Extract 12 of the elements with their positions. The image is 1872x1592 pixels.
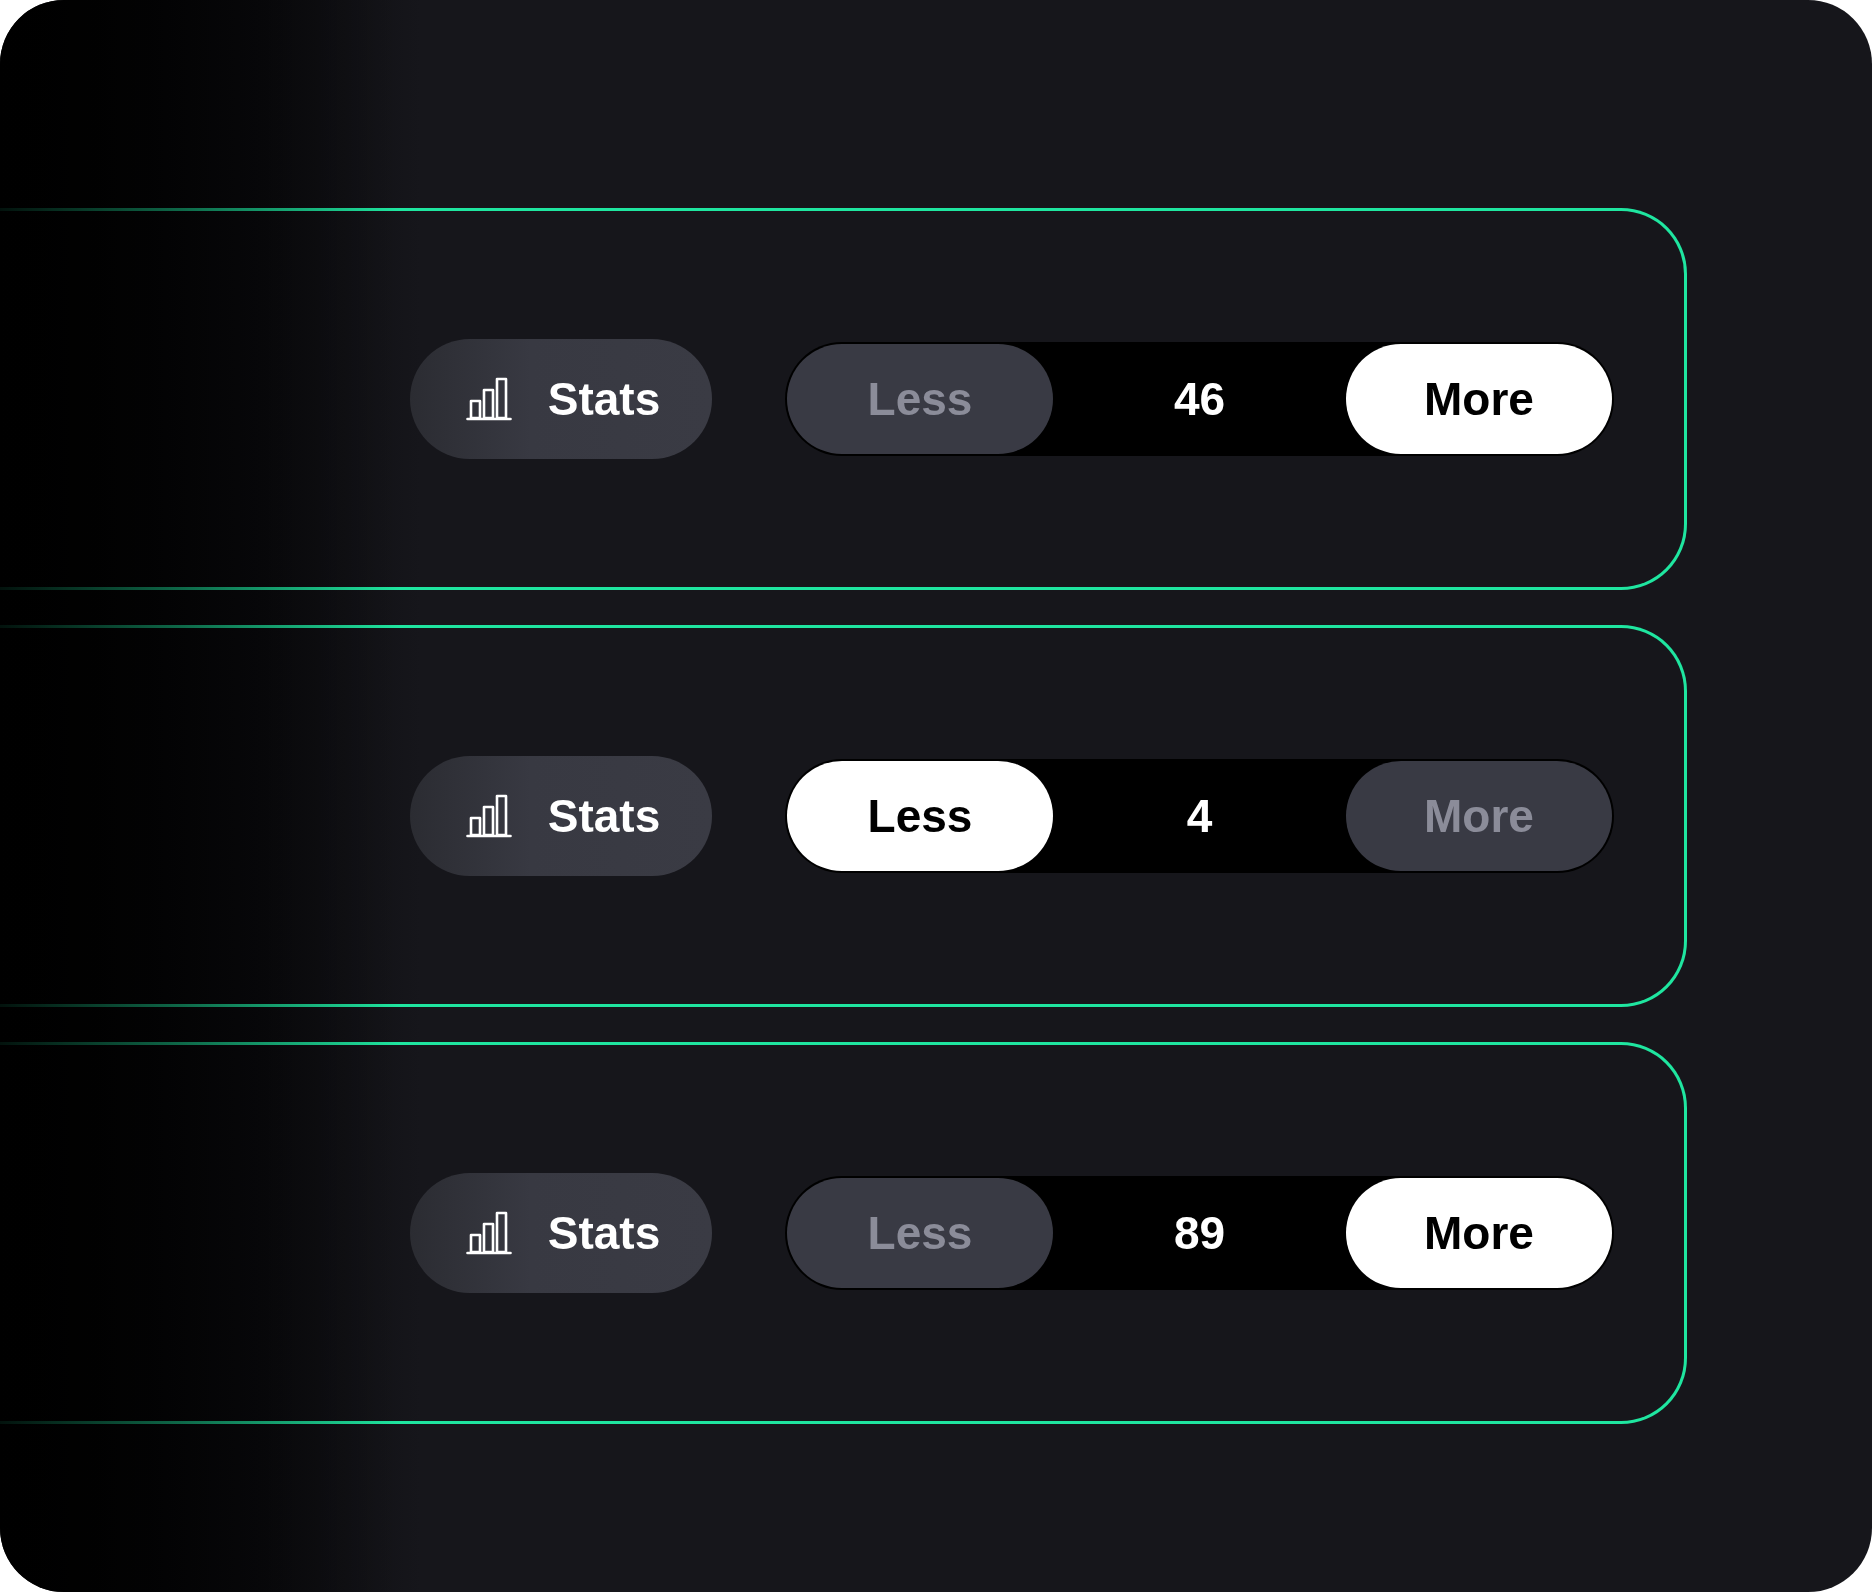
less-button[interactable]: Less bbox=[787, 761, 1053, 871]
bar-chart-icon bbox=[465, 1211, 512, 1255]
stats-button[interactable]: Stats bbox=[410, 1173, 712, 1293]
counter-value: 46 bbox=[1173, 373, 1226, 425]
counter-value: 4 bbox=[1186, 790, 1213, 842]
bar-chart-icon bbox=[465, 794, 512, 838]
bar-chart-icon bbox=[465, 377, 512, 421]
counter-value: 89 bbox=[1173, 1207, 1226, 1259]
more-button[interactable]: More bbox=[1346, 344, 1612, 454]
stats-button[interactable]: Stats bbox=[410, 756, 712, 876]
stats-button[interactable]: Stats bbox=[410, 339, 712, 459]
more-button[interactable]: More bbox=[1346, 1178, 1612, 1288]
